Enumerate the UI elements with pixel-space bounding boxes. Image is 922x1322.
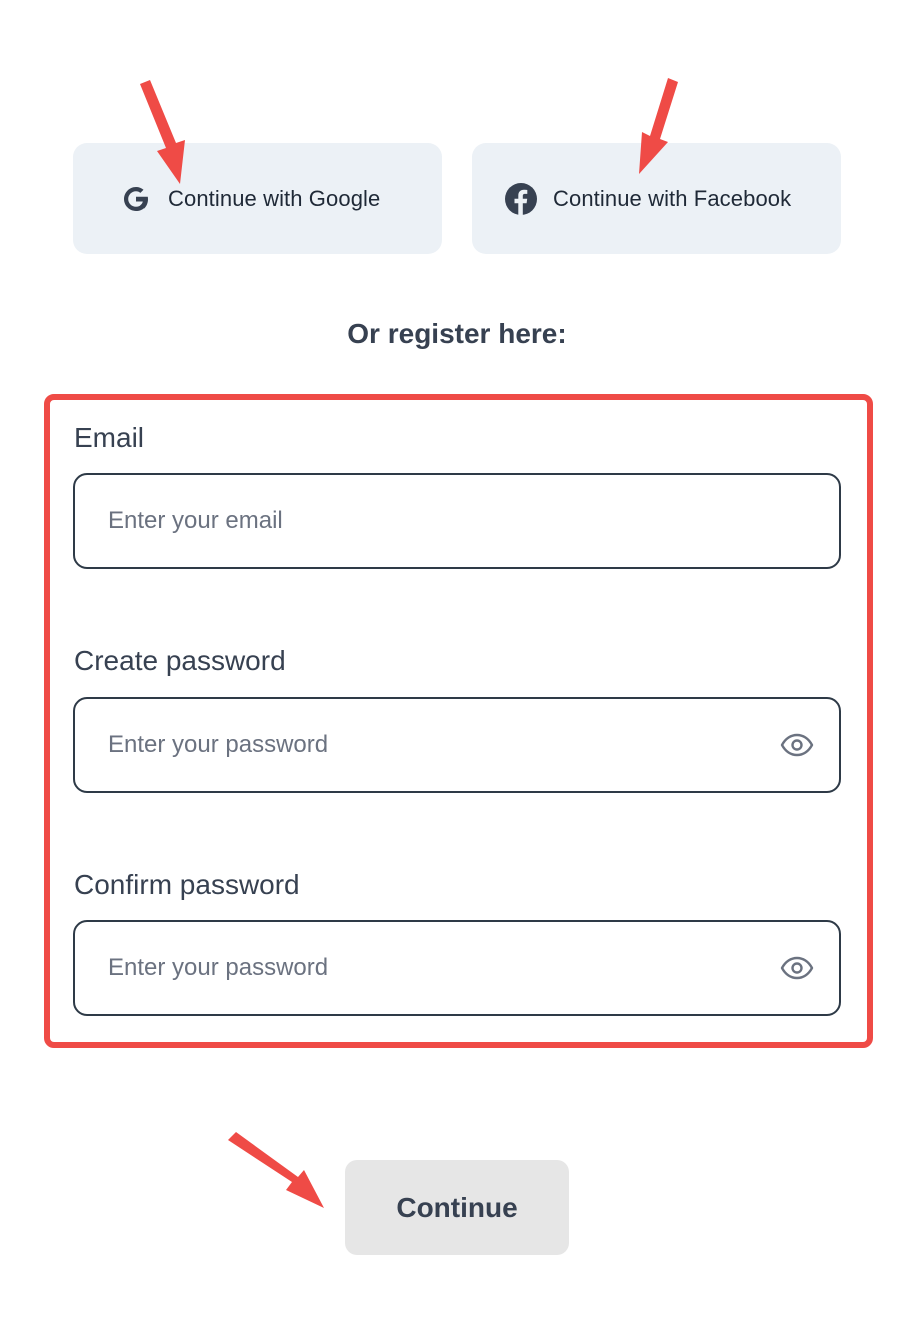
- register-divider-text: Or register here:: [347, 318, 567, 349]
- email-label: Email: [74, 422, 145, 453]
- eye-icon[interactable]: [779, 950, 815, 986]
- eye-icon[interactable]: [779, 727, 815, 763]
- confirm-password-label: Confirm password: [74, 869, 300, 900]
- email-field-box: [73, 473, 841, 569]
- facebook-button-label: Continue with Facebook: [553, 185, 792, 211]
- create-password-field-box: [73, 697, 841, 793]
- facebook-icon: [504, 182, 538, 216]
- confirm-password-field-box: [73, 920, 841, 1016]
- google-pointer-arrow-icon: [140, 80, 185, 184]
- continue-button[interactable]: Continue: [345, 1160, 569, 1255]
- create-password-label: Create password: [74, 645, 286, 676]
- continue-with-google-button[interactable]: Continue with Google: [73, 143, 442, 254]
- facebook-pointer-arrow-icon: [639, 78, 678, 174]
- create-password-input[interactable]: [108, 731, 779, 759]
- confirm-password-input[interactable]: [108, 954, 779, 982]
- email-input[interactable]: [108, 507, 815, 535]
- continue-pointer-arrow-icon: [228, 1132, 324, 1208]
